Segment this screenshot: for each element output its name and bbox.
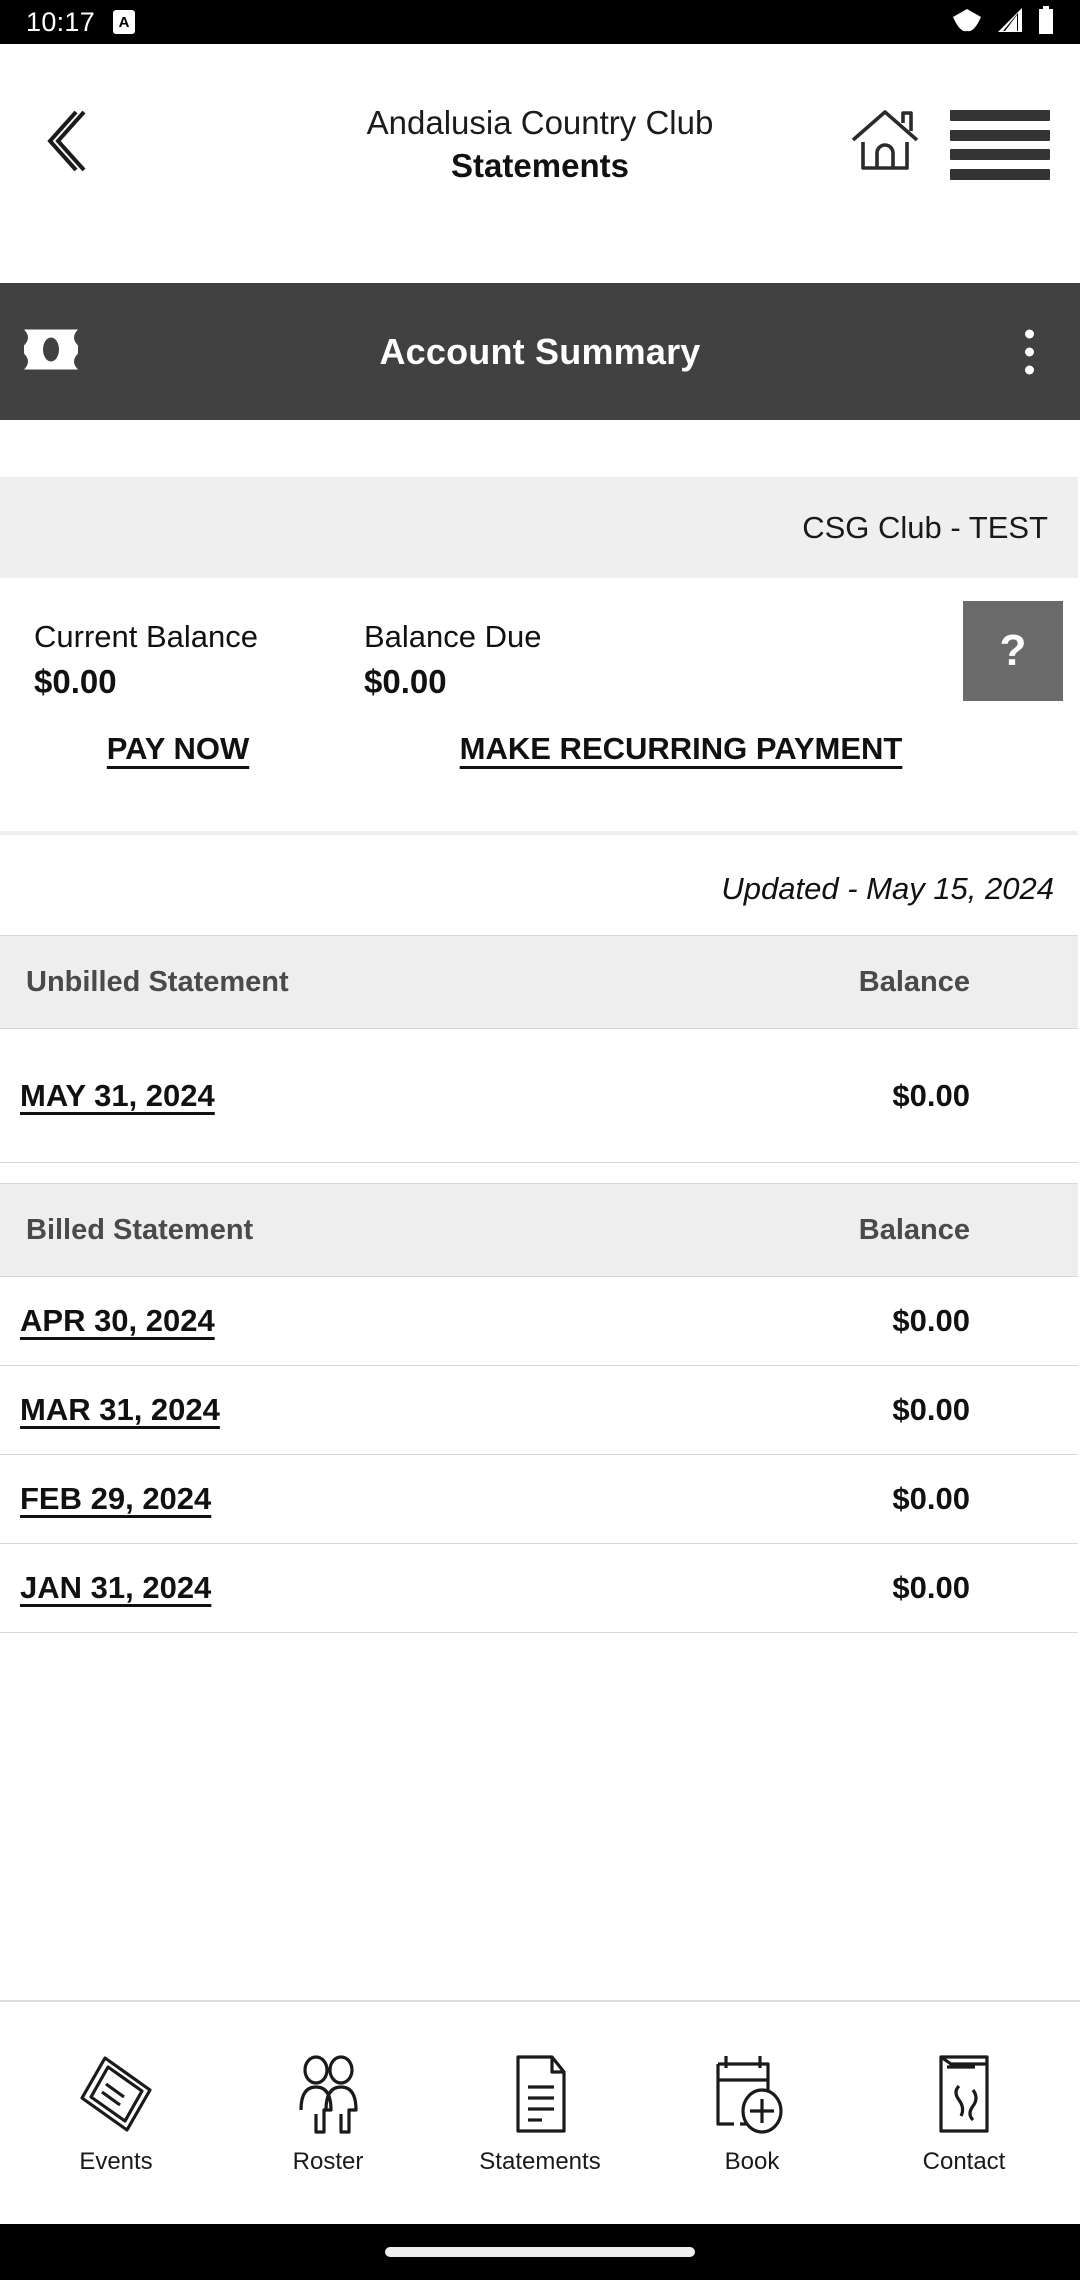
- payment-actions: PAY NOW MAKE RECURRING PAYMENT: [0, 701, 1078, 767]
- table-row[interactable]: MAY 31, 2024 $0.00: [0, 1029, 1078, 1164]
- gesture-navigation-bar[interactable]: [0, 2224, 1080, 2280]
- calendar-plus-icon: [712, 2050, 792, 2134]
- battery-icon: [1038, 5, 1054, 39]
- more-vertical-icon: [1025, 365, 1034, 374]
- more-vertical-icon: [1025, 347, 1034, 356]
- section-divider: [0, 831, 1078, 836]
- wifi-icon: [952, 7, 982, 38]
- chevron-left-icon: [42, 108, 88, 179]
- hamburger-menu-icon: [950, 149, 1050, 161]
- hamburger-menu-icon: [950, 110, 1050, 121]
- nav-label-contact: Contact: [922, 2148, 1006, 2175]
- people-icon: [290, 2050, 366, 2134]
- account-summary-title: Account Summary: [379, 330, 701, 372]
- app-header: Andalusia Country Club Statements: [0, 44, 1080, 283]
- statement-balance: $0.00: [892, 1077, 970, 1113]
- statement-date-link[interactable]: MAR 31, 2024: [0, 1392, 220, 1428]
- current-balance-block: Current Balance $0.00: [0, 618, 340, 701]
- table-row[interactable]: MAR 31, 2024 $0.00: [0, 1366, 1078, 1456]
- statements-content: CSG Club - TEST Current Balance $0.00 Ba…: [0, 420, 1080, 1634]
- statement-date-link[interactable]: FEB 29, 2024: [0, 1481, 211, 1517]
- bottom-navigation-bar: Events Roster Statements Book Contact: [0, 2000, 1080, 2224]
- club-name-label: CSG Club - TEST: [802, 509, 1048, 545]
- hamburger-menu-button[interactable]: [950, 110, 1050, 180]
- hamburger-menu-icon: [950, 168, 1050, 180]
- statement-balance: $0.00: [892, 1392, 970, 1428]
- status-bar: 10:17 A: [0, 0, 1080, 44]
- back-button[interactable]: [30, 100, 100, 186]
- home-button[interactable]: [848, 106, 922, 180]
- document-icon: [502, 2050, 578, 2134]
- nav-label-statements: Statements: [479, 2148, 601, 2175]
- make-recurring-payment-button[interactable]: MAKE RECURRING PAYMENT: [340, 731, 1078, 767]
- contact-card-icon: [929, 2050, 999, 2134]
- billed-header-label: Billed Statement: [26, 1213, 254, 1246]
- content-spacer: [0, 420, 1078, 477]
- table-row[interactable]: FEB 29, 2024 $0.00: [0, 1455, 1078, 1545]
- home-icon: [849, 108, 921, 179]
- nav-item-contact[interactable]: Contact: [889, 2050, 1039, 2176]
- updated-timestamp: Updated - May 15, 2024: [721, 871, 1054, 907]
- billed-balance-header-label: Balance: [858, 1213, 970, 1246]
- status-bar-left: 10:17 A: [26, 6, 136, 38]
- ticket-icon: [78, 2050, 154, 2134]
- question-mark-icon: ?: [999, 626, 1027, 675]
- status-bar-clock: 10:17: [26, 6, 96, 37]
- billed-statement-header: Billed Statement Balance: [0, 1183, 1078, 1278]
- nav-item-statements[interactable]: Statements: [465, 2050, 615, 2176]
- statement-date-link[interactable]: MAY 31, 2024: [0, 1078, 215, 1114]
- gesture-handle[interactable]: [385, 2247, 695, 2257]
- status-bar-right: [952, 5, 1054, 39]
- nav-item-book[interactable]: Book: [677, 2050, 827, 2176]
- nav-item-roster[interactable]: Roster: [253, 2050, 403, 2176]
- balance-due-value: $0.00: [364, 663, 447, 701]
- notification-badge-icon: A: [113, 10, 136, 34]
- account-summary-bar: Account Summary: [0, 283, 1080, 420]
- cellular-signal-icon: [996, 7, 1024, 38]
- statement-balance: $0.00: [892, 1303, 970, 1339]
- nav-label-events: Events: [79, 2148, 153, 2175]
- balance-due-label: Balance Due: [364, 619, 542, 654]
- unbilled-statement-header: Unbilled Statement Balance: [0, 935, 1078, 1030]
- hamburger-menu-icon: [950, 129, 1050, 141]
- current-balance-value: $0.00: [34, 663, 117, 701]
- current-balance-label: Current Balance: [34, 619, 259, 654]
- statement-date-link[interactable]: APR 30, 2024: [0, 1303, 215, 1339]
- overflow-menu-button[interactable]: [1015, 319, 1044, 384]
- unbilled-header-label: Unbilled Statement: [26, 965, 289, 998]
- balance-row: Current Balance $0.00 Balance Due $0.00 …: [0, 578, 1078, 701]
- balance-due-block: Balance Due $0.00: [340, 618, 900, 701]
- nav-label-book: Book: [724, 2148, 780, 2175]
- nav-label-roster: Roster: [292, 2148, 364, 2175]
- table-gap: [0, 1163, 1078, 1184]
- table-row[interactable]: JAN 31, 2024 $0.00: [0, 1544, 1078, 1634]
- more-vertical-icon: [1025, 329, 1034, 338]
- help-button[interactable]: ?: [963, 601, 1063, 701]
- balance-card: Current Balance $0.00 Balance Due $0.00 …: [0, 578, 1078, 836]
- table-row[interactable]: APR 30, 2024 $0.00: [0, 1277, 1078, 1367]
- statement-balance: $0.00: [892, 1481, 970, 1517]
- club-selector-row[interactable]: CSG Club - TEST: [0, 477, 1078, 578]
- statement-balance: $0.00: [892, 1570, 970, 1606]
- pay-now-button[interactable]: PAY NOW: [0, 731, 340, 767]
- statement-date-link[interactable]: JAN 31, 2024: [0, 1570, 211, 1606]
- nav-item-events[interactable]: Events: [41, 2050, 191, 2176]
- unbilled-balance-header-label: Balance: [858, 965, 970, 998]
